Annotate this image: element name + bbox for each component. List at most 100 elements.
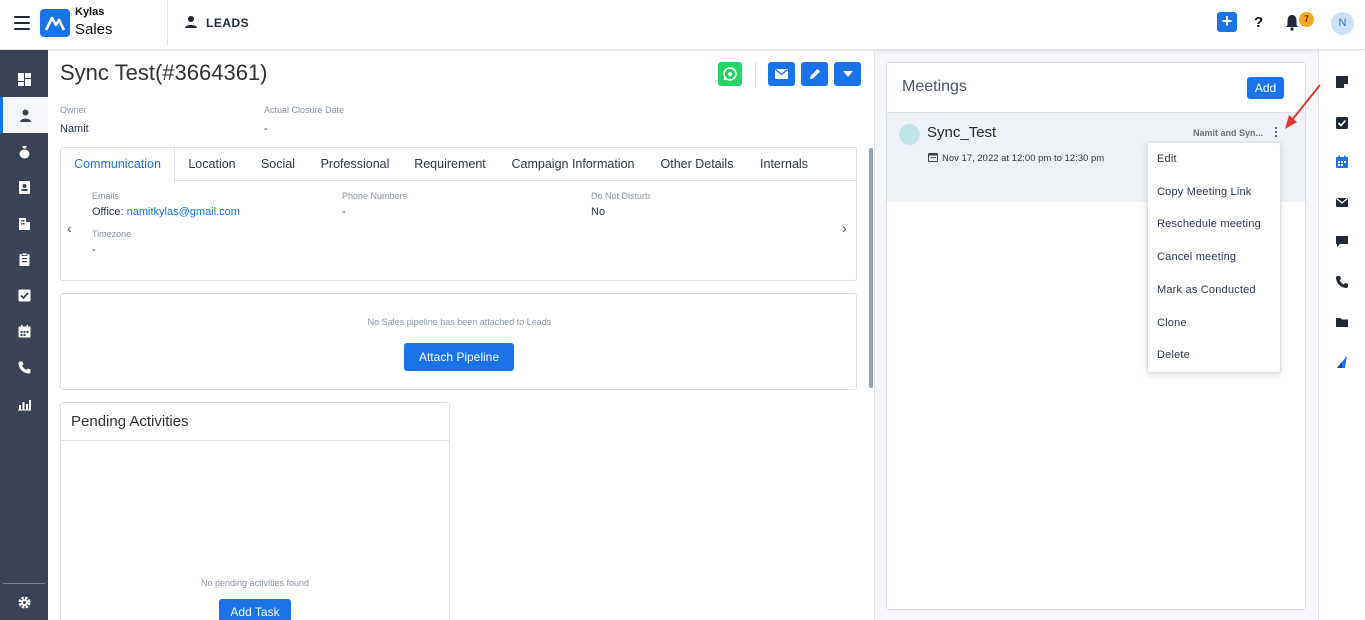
notification-badge: 7 <box>1299 12 1314 27</box>
meeting-status-dot <box>899 124 920 145</box>
chevron-right-icon[interactable]: › <box>842 220 847 236</box>
phone-label: Phone Numbers <box>342 191 408 201</box>
pencil-icon <box>809 69 820 79</box>
pipeline-card: No Sales pipeline has been attached to L… <box>60 293 857 390</box>
tab-other-details[interactable]: Other Details <box>653 148 741 181</box>
pending-activities-title: Pending Activities <box>71 413 189 430</box>
page-title: Sync Test(#3664361) <box>60 60 268 85</box>
tab-professional[interactable]: Professional <box>313 148 397 181</box>
closure-date-value: - <box>264 123 268 135</box>
menu-item-mark-as-conducted[interactable]: Mark as Conducted <box>1157 284 1256 296</box>
sales-logo-icon[interactable] <box>1335 355 1349 369</box>
building-icon <box>18 217 30 230</box>
meeting-time: Nov 17, 2022 at 12:00 pm to 12:30 pm <box>942 153 1105 164</box>
annotation-arrow-icon <box>1285 84 1321 129</box>
help-icon[interactable]: ? <box>1254 14 1263 31</box>
meeting-name[interactable]: Sync_Test <box>927 124 996 141</box>
person-icon <box>20 109 31 122</box>
nav-leads[interactable] <box>0 97 48 133</box>
more-actions-button[interactable] <box>834 62 861 86</box>
action-divider <box>755 62 756 86</box>
closure-date-label: Actual Closure Date <box>264 105 345 115</box>
top-bar: Kylas Sales LEADS + ? 7 N <box>0 0 1365 50</box>
chat-bubble-icon[interactable] <box>1335 234 1349 248</box>
emails-label: Emails <box>92 191 120 201</box>
note-icon[interactable] <box>1335 75 1349 89</box>
nav-settings[interactable] <box>0 584 48 620</box>
pipeline-empty-message: No Sales pipeline has been attached to L… <box>367 317 552 327</box>
calendar-icon <box>18 324 30 337</box>
tab-communication[interactable]: Communication <box>61 148 175 182</box>
envelope-icon <box>775 69 788 79</box>
phone-value: - <box>342 206 346 218</box>
owner-value: Namit <box>60 123 89 135</box>
contact-card-icon <box>18 180 30 194</box>
menu-item-reschedule-meeting[interactable]: Reschedule meeting <box>1157 218 1261 230</box>
nav-tasks[interactable] <box>0 277 48 313</box>
edit-button[interactable] <box>801 62 828 86</box>
meeting-participants: Namit and Syn... <box>1193 128 1264 138</box>
menu-item-copy-meeting-link[interactable]: Copy Meeting Link <box>1157 186 1252 198</box>
nav-calendar[interactable] <box>0 313 48 349</box>
left-sidebar <box>0 50 48 620</box>
timezone-value: - <box>92 244 96 256</box>
task-check-icon[interactable] <box>1335 116 1349 130</box>
module-title: LEADS <box>206 16 250 30</box>
calendar-icon <box>928 153 938 162</box>
menu-item-cancel-meeting[interactable]: Cancel meeting <box>1157 251 1236 263</box>
topbar-divider <box>167 0 168 46</box>
nav-analytics[interactable] <box>0 385 48 421</box>
folder-icon[interactable] <box>1335 315 1349 329</box>
whatsapp-button[interactable] <box>718 62 742 86</box>
tab-campaign-information[interactable]: Campaign Information <box>503 148 643 181</box>
quick-add-button[interactable]: + <box>1217 12 1237 32</box>
envelope-icon[interactable] <box>1335 195 1349 209</box>
kylas-logo-icon[interactable] <box>40 9 70 37</box>
caret-down-icon <box>842 70 853 77</box>
menu-item-clone[interactable]: Clone <box>1157 317 1187 329</box>
gear-icon <box>18 596 30 608</box>
email-row: Office: namitkylas@gmail.com <box>92 206 240 218</box>
nav-companies[interactable] <box>0 205 48 241</box>
nav-deals[interactable] <box>0 133 48 169</box>
bell-icon[interactable] <box>1284 13 1300 31</box>
add-task-button[interactable]: Add Task <box>219 599 291 620</box>
logo-text-top: Kylas <box>75 6 105 18</box>
nav-calls[interactable] <box>0 349 48 385</box>
menu-item-edit[interactable]: Edit <box>1157 153 1177 165</box>
email-type: Office: <box>92 206 124 218</box>
tab-requirement[interactable]: Requirement <box>407 148 493 181</box>
pending-empty-message: No pending activities found <box>200 578 310 588</box>
hamburger-menu-icon[interactable] <box>14 16 30 30</box>
dnd-value: No <box>591 206 606 218</box>
dashboard-icon <box>17 72 31 86</box>
phone-icon[interactable] <box>1335 275 1349 289</box>
main-scrollbar[interactable] <box>869 148 873 388</box>
timezone-label: Timezone <box>92 229 132 239</box>
email-button[interactable] <box>768 62 795 86</box>
menu-item-delete[interactable]: Delete <box>1157 349 1190 361</box>
details-tab-card: Communication Location Social Profession… <box>60 147 857 281</box>
logo-text-bottom: Sales <box>75 21 113 38</box>
tab-internals[interactable]: Internals <box>751 148 817 181</box>
nav-reports[interactable] <box>0 241 48 277</box>
tab-location[interactable]: Location <box>179 148 245 181</box>
attach-pipeline-button[interactable]: Attach Pipeline <box>404 343 514 371</box>
calendar-icon[interactable] <box>1335 155 1349 169</box>
meetings-title: Meetings <box>902 78 967 95</box>
pending-divider <box>61 440 449 441</box>
chevron-left-icon[interactable]: ‹ <box>67 220 72 236</box>
clipboard-icon <box>19 252 29 266</box>
money-bag-icon <box>19 145 29 158</box>
pending-activities-card: Pending Activities No pending activities… <box>60 402 450 620</box>
details-tabs: Communication Location Social Profession… <box>61 148 856 182</box>
owner-label: Owner <box>60 105 87 115</box>
tab-social[interactable]: Social <box>253 148 303 181</box>
bar-chart-icon <box>17 399 31 410</box>
checkbox-icon <box>18 289 30 301</box>
email-link[interactable]: namitkylas@gmail.com <box>127 206 240 218</box>
meeting-actions-menu: Edit Copy Meeting Link Reschedule meetin… <box>1147 142 1281 373</box>
nav-contacts[interactable] <box>0 169 48 205</box>
nav-dashboard[interactable] <box>0 61 48 97</box>
user-avatar[interactable]: N <box>1331 12 1354 35</box>
